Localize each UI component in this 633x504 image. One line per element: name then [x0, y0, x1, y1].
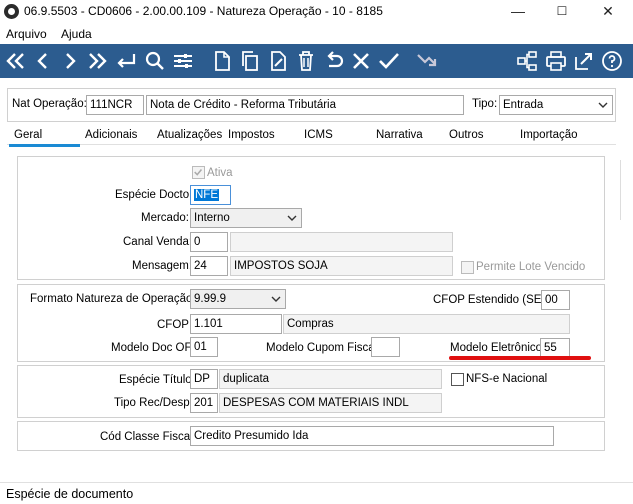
- search-icon[interactable]: [143, 49, 167, 73]
- tipo-rec-desp-label: Tipo Rec/Desp:: [114, 397, 193, 409]
- tab-outros[interactable]: Outros: [449, 129, 484, 141]
- delete-icon[interactable]: [294, 49, 318, 73]
- menu-bar: Arquivo Ajuda: [0, 24, 633, 44]
- especie-titulo-code-field[interactable]: DP: [190, 369, 218, 389]
- tipo-select[interactable]: Entrada: [499, 95, 613, 115]
- ativa-label: Ativa: [207, 167, 233, 179]
- confirm-icon[interactable]: [377, 49, 401, 73]
- first-record-icon[interactable]: [4, 49, 28, 73]
- side-strip: [620, 160, 633, 220]
- permite-lote-label: Permite Lote Vencido: [476, 261, 586, 273]
- menu-arquivo[interactable]: Arquivo: [6, 27, 47, 41]
- permite-lote-checkbox[interactable]: [461, 261, 474, 274]
- edit-icon[interactable]: [266, 49, 290, 73]
- tab-importacao[interactable]: Importação: [520, 129, 578, 141]
- menu-ajuda[interactable]: Ajuda: [61, 27, 92, 41]
- modelo-doc-of-label: Modelo Doc OF:: [111, 342, 195, 354]
- shortcut-icon[interactable]: [415, 49, 439, 73]
- nfse-label: NFS-e Nacional: [466, 373, 548, 385]
- modelo-cupom-label: Modelo Cupom Fiscal:: [266, 342, 381, 354]
- cod-classe-fiscal-field[interactable]: Credito Presumido Ida: [190, 426, 554, 446]
- minimize-button[interactable]: —: [508, 2, 528, 20]
- mensagem-code-field[interactable]: 24: [190, 256, 228, 276]
- window-title: 06.9.5503 - CD0606 - 2.00.00.109 - Natur…: [24, 4, 383, 18]
- tab-narrativa[interactable]: Narrativa: [376, 129, 423, 141]
- tipo-rec-desp-desc-field: DESPESAS COM MATERIAIS INDL: [219, 393, 442, 413]
- ativa-checkbox[interactable]: [192, 166, 205, 179]
- export-icon[interactable]: [572, 49, 596, 73]
- mercado-label: Mercado:: [141, 212, 189, 224]
- toolbar: [0, 44, 633, 78]
- tab-geral[interactable]: Geral: [14, 129, 42, 141]
- mercado-select-value: Interno: [194, 212, 230, 224]
- formato-select-value: 9.99.9: [194, 293, 226, 305]
- active-tab-indicator: [9, 144, 80, 147]
- help-icon[interactable]: [600, 49, 624, 73]
- nat-operacao-code-field[interactable]: 111NCR: [86, 95, 144, 115]
- cancel-icon[interactable]: [349, 49, 373, 73]
- chevron-down-icon: [271, 296, 281, 302]
- cfop-desc-field: Compras: [283, 314, 570, 334]
- canal-venda-desc-field: [230, 232, 453, 252]
- status-bar: Espécie de documento: [0, 482, 633, 504]
- modelo-eletronico-label: Modelo Eletrônico:: [450, 342, 546, 354]
- tipo-label: Tipo:: [472, 98, 498, 110]
- status-text: Espécie de documento: [6, 487, 134, 501]
- formato-select[interactable]: 9.99.9: [190, 289, 286, 309]
- mensagem-label: Mensagem:: [132, 260, 193, 272]
- tab-impostos[interactable]: Impostos: [228, 129, 275, 141]
- nfse-checkbox[interactable]: [451, 373, 464, 386]
- cfop-estendido-field[interactable]: 00: [541, 290, 570, 310]
- especie-titulo-label: Espécie Título:: [119, 374, 195, 386]
- maximize-button[interactable]: ☐: [552, 2, 572, 20]
- modelo-doc-of-field[interactable]: 01: [190, 337, 218, 357]
- nat-operacao-desc-field[interactable]: Nota de Crédito - Reforma Tributária: [146, 95, 464, 115]
- next-record-icon[interactable]: [58, 49, 82, 73]
- tipo-select-value: Entrada: [503, 99, 544, 111]
- highlight-underline: [449, 356, 591, 360]
- check-icon: [194, 169, 203, 176]
- tab-icms[interactable]: ICMS: [304, 129, 333, 141]
- modelo-cupom-field[interactable]: [371, 337, 400, 357]
- return-icon[interactable]: [114, 49, 138, 73]
- tab-adicionais[interactable]: Adicionais: [85, 129, 137, 141]
- chevron-down-icon: [287, 215, 297, 221]
- tab-atualizacoes[interactable]: Atualizações: [157, 129, 222, 141]
- tipo-rec-desp-code-field[interactable]: 201: [190, 393, 218, 413]
- cod-classe-fiscal-label: Cód Classe Fiscal:: [100, 431, 196, 443]
- nat-operacao-label: Nat Operação:: [12, 98, 87, 110]
- formato-label: Formato Natureza de Operação:: [30, 293, 196, 305]
- app-logo-icon: [4, 4, 19, 19]
- canal-venda-code-field[interactable]: 0: [190, 232, 228, 252]
- org-chart-icon[interactable]: [515, 49, 539, 73]
- mensagem-desc-field: IMPOSTOS SOJA: [230, 256, 453, 276]
- undo-icon[interactable]: [322, 49, 346, 73]
- copy-icon[interactable]: [238, 49, 262, 73]
- especie-docto-label: Espécie Docto:: [115, 189, 193, 201]
- previous-record-icon[interactable]: [31, 49, 55, 73]
- last-record-icon[interactable]: [85, 49, 109, 73]
- chevron-down-icon: [598, 102, 608, 108]
- cfop-label: CFOP:: [157, 319, 193, 331]
- canal-venda-label: Canal Venda:: [123, 236, 193, 248]
- print-icon[interactable]: [544, 49, 568, 73]
- especie-docto-field[interactable]: NFE: [190, 185, 231, 205]
- cfop-code-field[interactable]: 1.101: [190, 314, 282, 334]
- close-button[interactable]: ✕: [598, 2, 618, 20]
- mercado-select[interactable]: Interno: [190, 208, 302, 228]
- especie-titulo-desc-field: duplicata: [219, 369, 442, 389]
- modelo-eletronico-field[interactable]: 55: [540, 338, 570, 358]
- cfop-estendido-label: CFOP Estendido (SE):: [433, 294, 549, 306]
- new-document-icon[interactable]: [210, 49, 234, 73]
- filter-settings-icon[interactable]: [171, 49, 195, 73]
- title-bar: 06.9.5503 - CD0606 - 2.00.00.109 - Natur…: [0, 0, 633, 24]
- especie-docto-value: NFE: [194, 189, 219, 201]
